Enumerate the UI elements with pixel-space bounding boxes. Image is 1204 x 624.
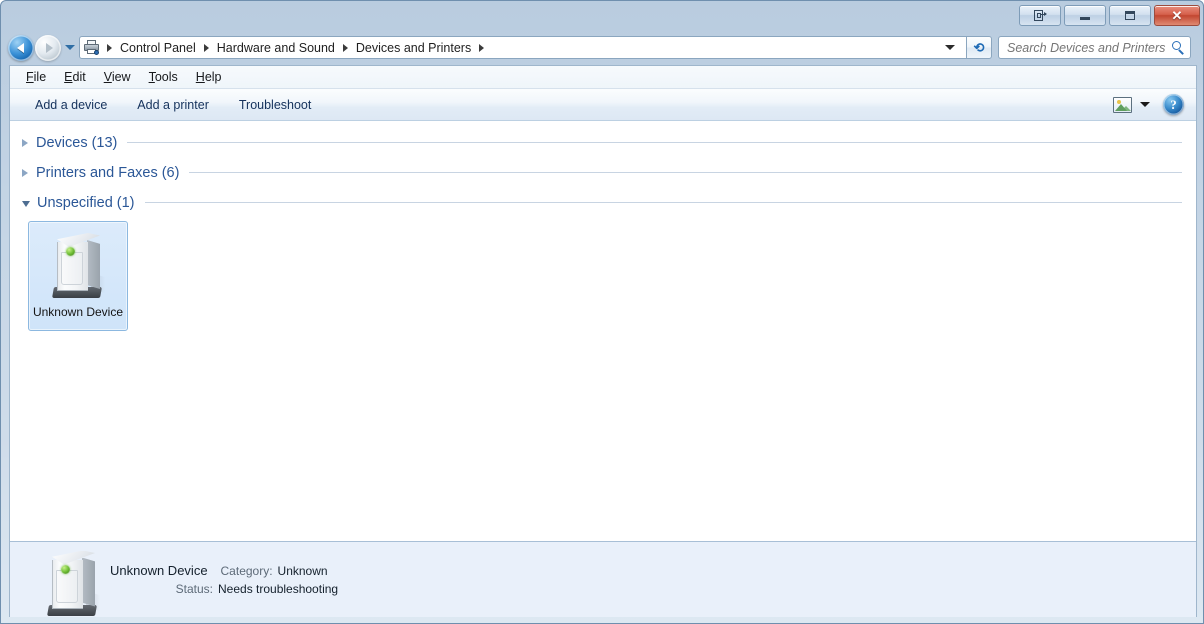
restore-to-monitor-button[interactable]: [1019, 5, 1061, 26]
minimize-icon: [1080, 17, 1090, 20]
menu-help[interactable]: Help: [187, 68, 231, 86]
title-bar: ✕: [1, 1, 1203, 31]
toolbar-right-group: ?: [1113, 94, 1196, 115]
group-header-printers-and-faxes[interactable]: Printers and Faxes (6): [10, 161, 1196, 184]
change-view-icon[interactable]: [1113, 96, 1132, 113]
group-divider: [127, 142, 1182, 143]
group-header-devices[interactable]: Devices (13): [10, 131, 1196, 154]
search-icon: [1172, 41, 1185, 55]
breadcrumb-separator-icon[interactable]: [342, 43, 348, 52]
minimize-button[interactable]: [1064, 5, 1106, 26]
chevron-right-icon[interactable]: [22, 168, 28, 177]
group-label-unspecified: Unspecified (1): [37, 194, 135, 211]
menu-help-rest: elp: [204, 70, 222, 84]
menu-view-rest: iew: [111, 70, 131, 84]
window-controls: ✕: [1019, 5, 1200, 26]
client-area: File Edit View Tools Help Add a device A…: [9, 65, 1197, 617]
menu-bar: File Edit View Tools Help: [10, 66, 1196, 89]
computer-tower-icon: [49, 231, 107, 301]
close-button[interactable]: ✕: [1154, 5, 1200, 26]
chevron-right-icon[interactable]: [22, 138, 28, 147]
group-divider: [144, 202, 1182, 203]
details-status-label: Status:: [175, 581, 213, 596]
maximize-icon: [1125, 11, 1135, 20]
refresh-icon: ⟲: [973, 40, 985, 55]
search-input[interactable]: [1007, 40, 1172, 55]
device-tile-unknown-device[interactable]: Unknown Device: [28, 221, 128, 331]
chevron-down-icon[interactable]: [22, 200, 30, 207]
details-row-category: Unknown Device Category: Unknown: [110, 562, 338, 580]
details-pane: Unknown Device Category: Unknown Status:…: [10, 541, 1196, 617]
menu-edit-accel: E: [64, 70, 73, 84]
breadcrumb-separator-icon[interactable]: [479, 43, 485, 52]
group-label-printers-and-faxes: Printers and Faxes (6): [36, 164, 180, 181]
group-divider: [189, 172, 1182, 173]
close-icon: ✕: [1171, 8, 1183, 23]
address-bar[interactable]: Control Panel Hardware and Sound Devices…: [79, 36, 967, 59]
details-category-value: Unknown: [277, 563, 328, 578]
menu-view-accel: V: [103, 70, 112, 84]
menu-tools[interactable]: Tools: [140, 68, 187, 86]
add-a-device-button[interactable]: Add a device: [23, 94, 119, 116]
command-toolbar: Add a device Add a printer Troubleshoot …: [10, 89, 1196, 121]
breadcrumb-devices-and-printers[interactable]: Devices and Printers: [352, 39, 475, 57]
search-box[interactable]: [998, 36, 1191, 59]
maximize-button[interactable]: [1109, 5, 1151, 26]
forward-button[interactable]: [35, 34, 61, 61]
group-header-unspecified[interactable]: Unspecified (1): [10, 191, 1196, 214]
breadcrumb-control-panel[interactable]: Control Panel: [116, 39, 200, 57]
restore-monitor-icon: [1034, 10, 1047, 21]
device-tile-label: Unknown Device: [32, 305, 124, 319]
address-history-chevron-down-icon[interactable]: [945, 45, 955, 50]
refresh-button[interactable]: ⟲: [967, 36, 992, 59]
change-view-chevron-down-icon[interactable]: [1140, 102, 1150, 107]
details-row-status: Status: Needs troubleshooting: [110, 580, 338, 598]
menu-tools-rest: ools: [154, 70, 178, 84]
add-a-printer-button[interactable]: Add a printer: [125, 94, 221, 116]
help-button[interactable]: ?: [1163, 94, 1184, 115]
navigation-bar: Control Panel Hardware and Sound Devices…: [1, 31, 1203, 64]
nav-arrow-group: [8, 34, 79, 61]
devices-and-printers-window: ✕ Control Panel Hardware and Sound Devic…: [0, 0, 1204, 624]
breadcrumb-separator-icon[interactable]: [107, 43, 112, 52]
menu-file-rest: ile: [33, 70, 47, 84]
details-device-name: Unknown Device: [110, 562, 208, 578]
menu-file-accel: F: [26, 70, 34, 84]
breadcrumb-separator-icon[interactable]: [203, 43, 209, 52]
menu-help-accel: H: [195, 70, 205, 84]
menu-file[interactable]: File: [17, 68, 55, 86]
tile-container: Unknown Device: [10, 221, 1196, 331]
back-button[interactable]: [8, 34, 34, 61]
menu-edit[interactable]: Edit: [55, 68, 95, 86]
devices-and-printers-icon: [83, 39, 101, 56]
forward-arrow-icon: [45, 42, 53, 53]
breadcrumb-hardware-and-sound[interactable]: Hardware and Sound: [213, 39, 339, 57]
back-arrow-icon: [16, 42, 24, 53]
details-computer-tower-icon: [44, 549, 100, 616]
details-status-value: Needs troubleshooting: [218, 581, 339, 596]
menu-edit-rest: dit: [72, 70, 86, 84]
details-text-block: Unknown Device Category: Unknown Status:…: [110, 562, 338, 598]
group-label-devices: Devices (13): [36, 134, 118, 151]
details-category-label: Category:: [220, 563, 273, 578]
items-view: Devices (13) Printers and Faxes (6) Unsp…: [10, 121, 1196, 564]
troubleshoot-button[interactable]: Troubleshoot: [227, 94, 324, 116]
menu-view[interactable]: View: [95, 68, 140, 86]
recent-pages-chevron-down-icon[interactable]: [65, 45, 75, 50]
